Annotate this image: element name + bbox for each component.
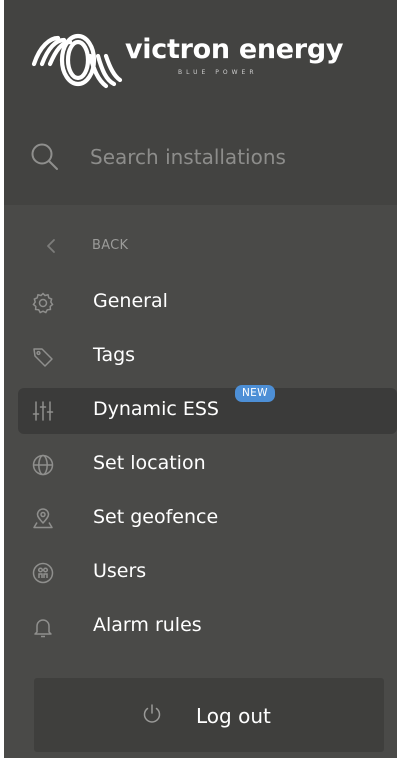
search-input[interactable] (90, 140, 370, 174)
settings-menu: General Tags Dynamic ESS NEW Set locatio… (4, 276, 397, 654)
menu-item-label: Set location (93, 452, 206, 474)
logout-button[interactable]: Log out (34, 678, 384, 752)
sidebar-panel: victron energy BLUE POWER BACK General (4, 0, 397, 758)
menu-item-set-geofence[interactable]: Set geofence (4, 492, 397, 546)
search-bar (26, 136, 376, 182)
users-icon (32, 562, 54, 584)
tag-icon (33, 348, 53, 367)
back-label: BACK (92, 238, 129, 253)
menu-item-general[interactable]: General (4, 276, 397, 330)
sliders-icon (32, 401, 54, 421)
menu-item-label: Dynamic ESS (93, 398, 219, 420)
menu-item-label: Tags (93, 344, 136, 366)
globe-icon (32, 454, 54, 476)
menu-item-users[interactable]: Users (4, 546, 397, 600)
brand-tagline: BLUE POWER (178, 69, 258, 76)
sidebar-header: victron energy BLUE POWER (4, 0, 397, 205)
menu-item-label: Set geofence (93, 506, 219, 528)
menu-item-set-location[interactable]: Set location (4, 438, 397, 492)
gear-icon (32, 292, 54, 314)
chevron-left-icon (47, 239, 55, 253)
victron-logo[interactable]: victron energy BLUE POWER (28, 30, 358, 100)
brand-name: victron energy (125, 34, 344, 65)
new-badge: NEW (235, 385, 275, 402)
back-button[interactable]: BACK (4, 228, 397, 264)
menu-item-dynamic-ess[interactable]: Dynamic ESS NEW (4, 384, 397, 438)
logout-label: Log out (196, 704, 271, 728)
menu-item-label: Users (93, 560, 147, 582)
wave-logo-icon (31, 33, 123, 89)
menu-item-tags[interactable]: Tags (4, 330, 397, 384)
menu-item-label: General (93, 290, 168, 312)
power-icon (143, 704, 161, 723)
bell-icon (34, 619, 52, 638)
search-icon (31, 143, 58, 170)
menu-item-alarm-rules[interactable]: Alarm rules (4, 600, 397, 654)
menu-item-label: Alarm rules (93, 614, 202, 636)
geofence-pin-icon (33, 508, 53, 529)
